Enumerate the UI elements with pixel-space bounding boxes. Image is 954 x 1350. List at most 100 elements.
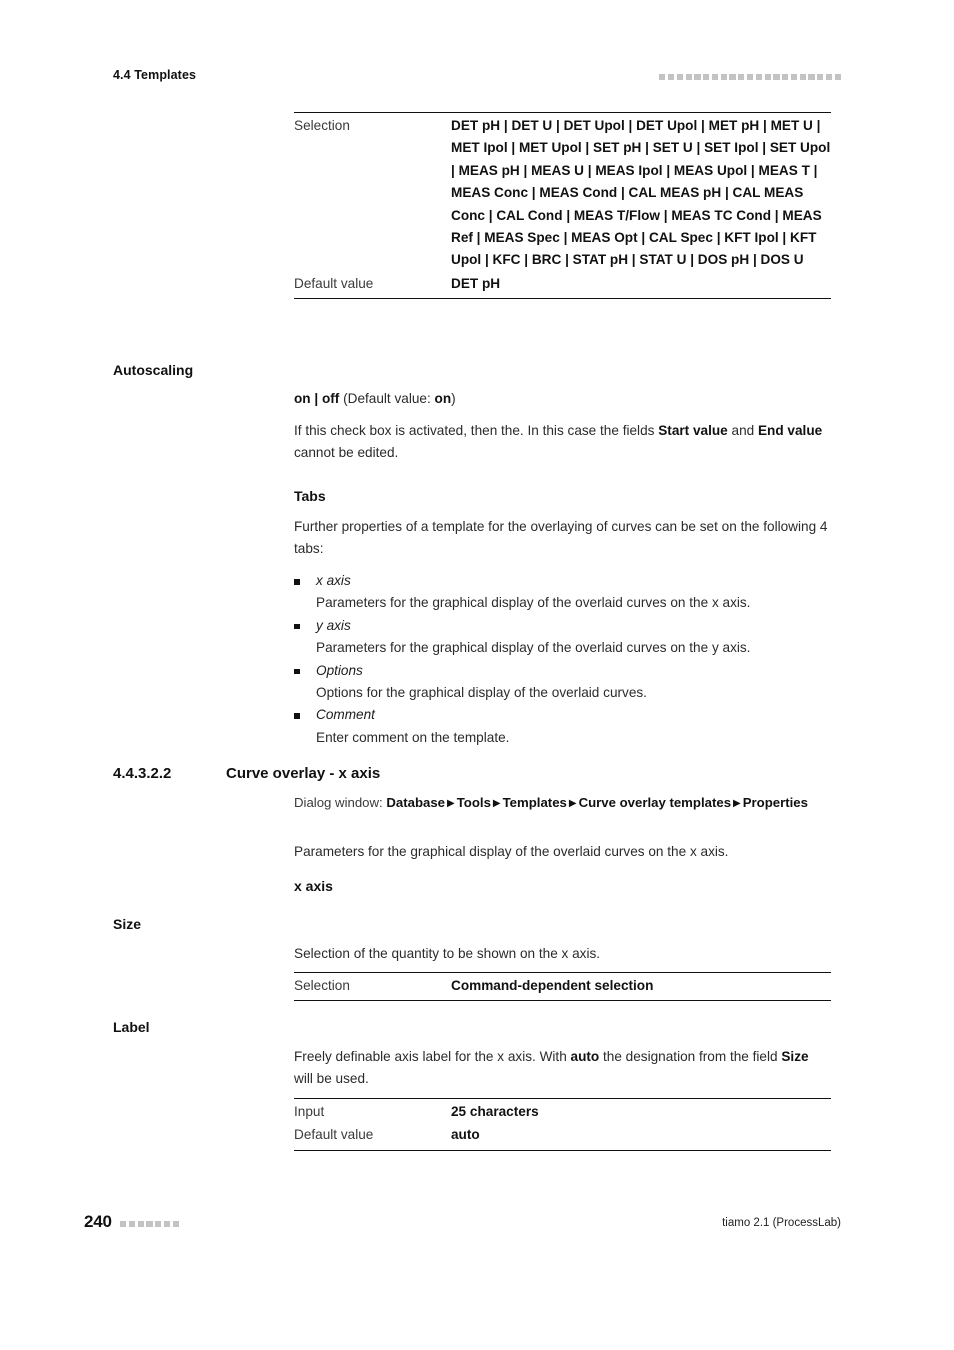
label-margin-label: Label [113,1019,150,1035]
list-item: x axis Parameters for the graphical disp… [294,570,831,615]
table-row: Input 25 characters [294,1099,831,1123]
decoration-square [163,1221,171,1228]
list-item: y axis Parameters for the graphical disp… [294,615,831,660]
row-value: DET pH [451,275,501,291]
table-row: Default value auto [294,1123,831,1149]
decoration-square [711,74,719,81]
row-key: Selection [294,118,350,133]
footer-decoration-squares [120,1221,179,1228]
row-value: Command-dependent selection [451,978,654,993]
list-item: Options Options for the graphical displa… [294,660,831,705]
size-description: Selection of the quantity to be shown on… [294,946,601,961]
decoration-square [667,74,675,81]
autoscaling-desc-part3: cannot be edited. [294,445,399,461]
decoration-square [120,1221,127,1228]
table-row: Default value DET pH [294,272,831,298]
autoscaling-default-value: on [434,391,452,406]
section-intro: Parameters for the graphical display of … [294,844,729,859]
list-item-description: Parameters for the graphical display of … [316,595,751,611]
chevron-right-icon: ▶ [568,798,577,809]
decoration-square [685,74,692,81]
decoration-square [738,74,745,81]
row-value: DET pH | DET U | DET Upol | DET Upol | M… [451,118,831,268]
decoration-square [790,74,798,81]
tabs-intro: Further properties of a template for the… [294,519,828,557]
table-row: Selection DET pH | DET U | DET Upol | DE… [294,113,831,272]
size-definition-table: Selection Command-dependent selection [294,972,831,1002]
decoration-square [720,74,727,81]
decoration-square [808,74,815,81]
decoration-square [703,74,710,81]
document-page: 4.4 Templates Selection DET pH | DET U |… [0,0,954,1350]
chevron-right-icon: ▶ [733,798,741,809]
row-value: auto [451,1127,480,1143]
decoration-square [834,74,841,81]
label-definition-table: Input 25 characters Default value auto [294,1098,831,1151]
decoration-square [729,74,736,81]
selection-definition-table: Selection DET pH | DET U | DET Upol | DE… [294,112,831,300]
bullet-square-icon [294,713,300,719]
breadcrumb-prefix: Dialog window: [294,795,387,810]
chevron-right-icon: ▶ [492,798,501,809]
decoration-square [755,74,762,81]
list-item-term: y axis [316,617,351,633]
bullet-square-icon [294,668,300,675]
footer-product-name: tiamo 2.1 (ProcessLab) [722,1217,841,1229]
row-key: Selection [294,978,350,993]
row-key: Default value [294,275,374,291]
decoration-square [137,1221,144,1228]
autoscaling-margin-label: Autoscaling [113,362,194,378]
list-item-term: x axis [316,573,351,588]
decoration-square [676,74,683,81]
breadcrumb-item-templates: Templates [502,795,567,810]
x-axis-tab-heading: x axis [294,878,333,894]
label-desc-bold-auto: auto [570,1049,600,1064]
label-desc-part2: the designation from the field [599,1049,782,1064]
decoration-square [764,74,771,81]
tabs-bullet-list: x axis Parameters for the graphical disp… [294,570,831,749]
decoration-square [694,74,701,81]
breadcrumb: Dialog window: Database ▶ Tools ▶ Templates ▶… [294,793,831,813]
list-item: Comment Enter comment on the template. [294,704,831,749]
header-decoration-squares [659,74,841,81]
decoration-square [826,74,833,81]
size-margin-label: Size [113,916,142,932]
label-desc-part3: will be used. [294,1071,369,1087]
chevron-right-icon: ▶ [447,798,455,809]
page-title: Curve overlay - x axis [226,765,381,782]
section-number: 4.4.3.2.2 [113,765,172,782]
decoration-square [773,74,780,81]
decoration-square [128,1221,135,1228]
autoscaling-desc-bold-end-value: End value [757,423,823,438]
label-desc-bold-size: Size [781,1049,809,1064]
list-item-term: Comment [316,707,375,723]
breadcrumb-item-curve-overlay-templates: Curve overlay templates [578,795,732,810]
list-item-description: Options for the graphical display of the… [316,685,647,701]
breadcrumb-item-properties: Properties [742,795,808,810]
decoration-square [817,74,824,81]
row-value: 25 characters [451,1104,539,1119]
autoscaling-default-post: ) [451,391,456,406]
autoscaling-values-choices: on | off [294,391,340,406]
table-row: Selection Command-dependent selection [294,973,831,1000]
autoscaling-desc-part1: If this check box is activated, then the… [294,423,659,438]
label-description: Freely definable axis label for the x ax… [294,1046,831,1091]
list-item-term: Options [316,662,363,678]
autoscaling-desc-bold-start-value: Start value [658,423,728,438]
breadcrumb-item-tools: Tools [456,795,491,810]
decoration-square [155,1221,162,1228]
running-header-title: 4.4 Templates [113,68,197,82]
decoration-square [146,1221,153,1228]
decoration-square [659,74,666,81]
decoration-square [172,1221,179,1228]
autoscaling-description: If this check box is activated, then the… [294,420,831,465]
row-key: Default value [294,1127,374,1143]
list-item-description: Parameters for the graphical display of … [316,640,751,656]
page-number: 240 [84,1212,112,1231]
autoscaling-desc-part2: and [727,423,758,438]
list-item-description: Enter comment on the template. [316,729,510,745]
breadcrumb-item-database: Database [386,795,446,810]
decoration-square [747,74,754,81]
decoration-square [782,74,789,81]
tabs-heading: Tabs [294,488,326,504]
